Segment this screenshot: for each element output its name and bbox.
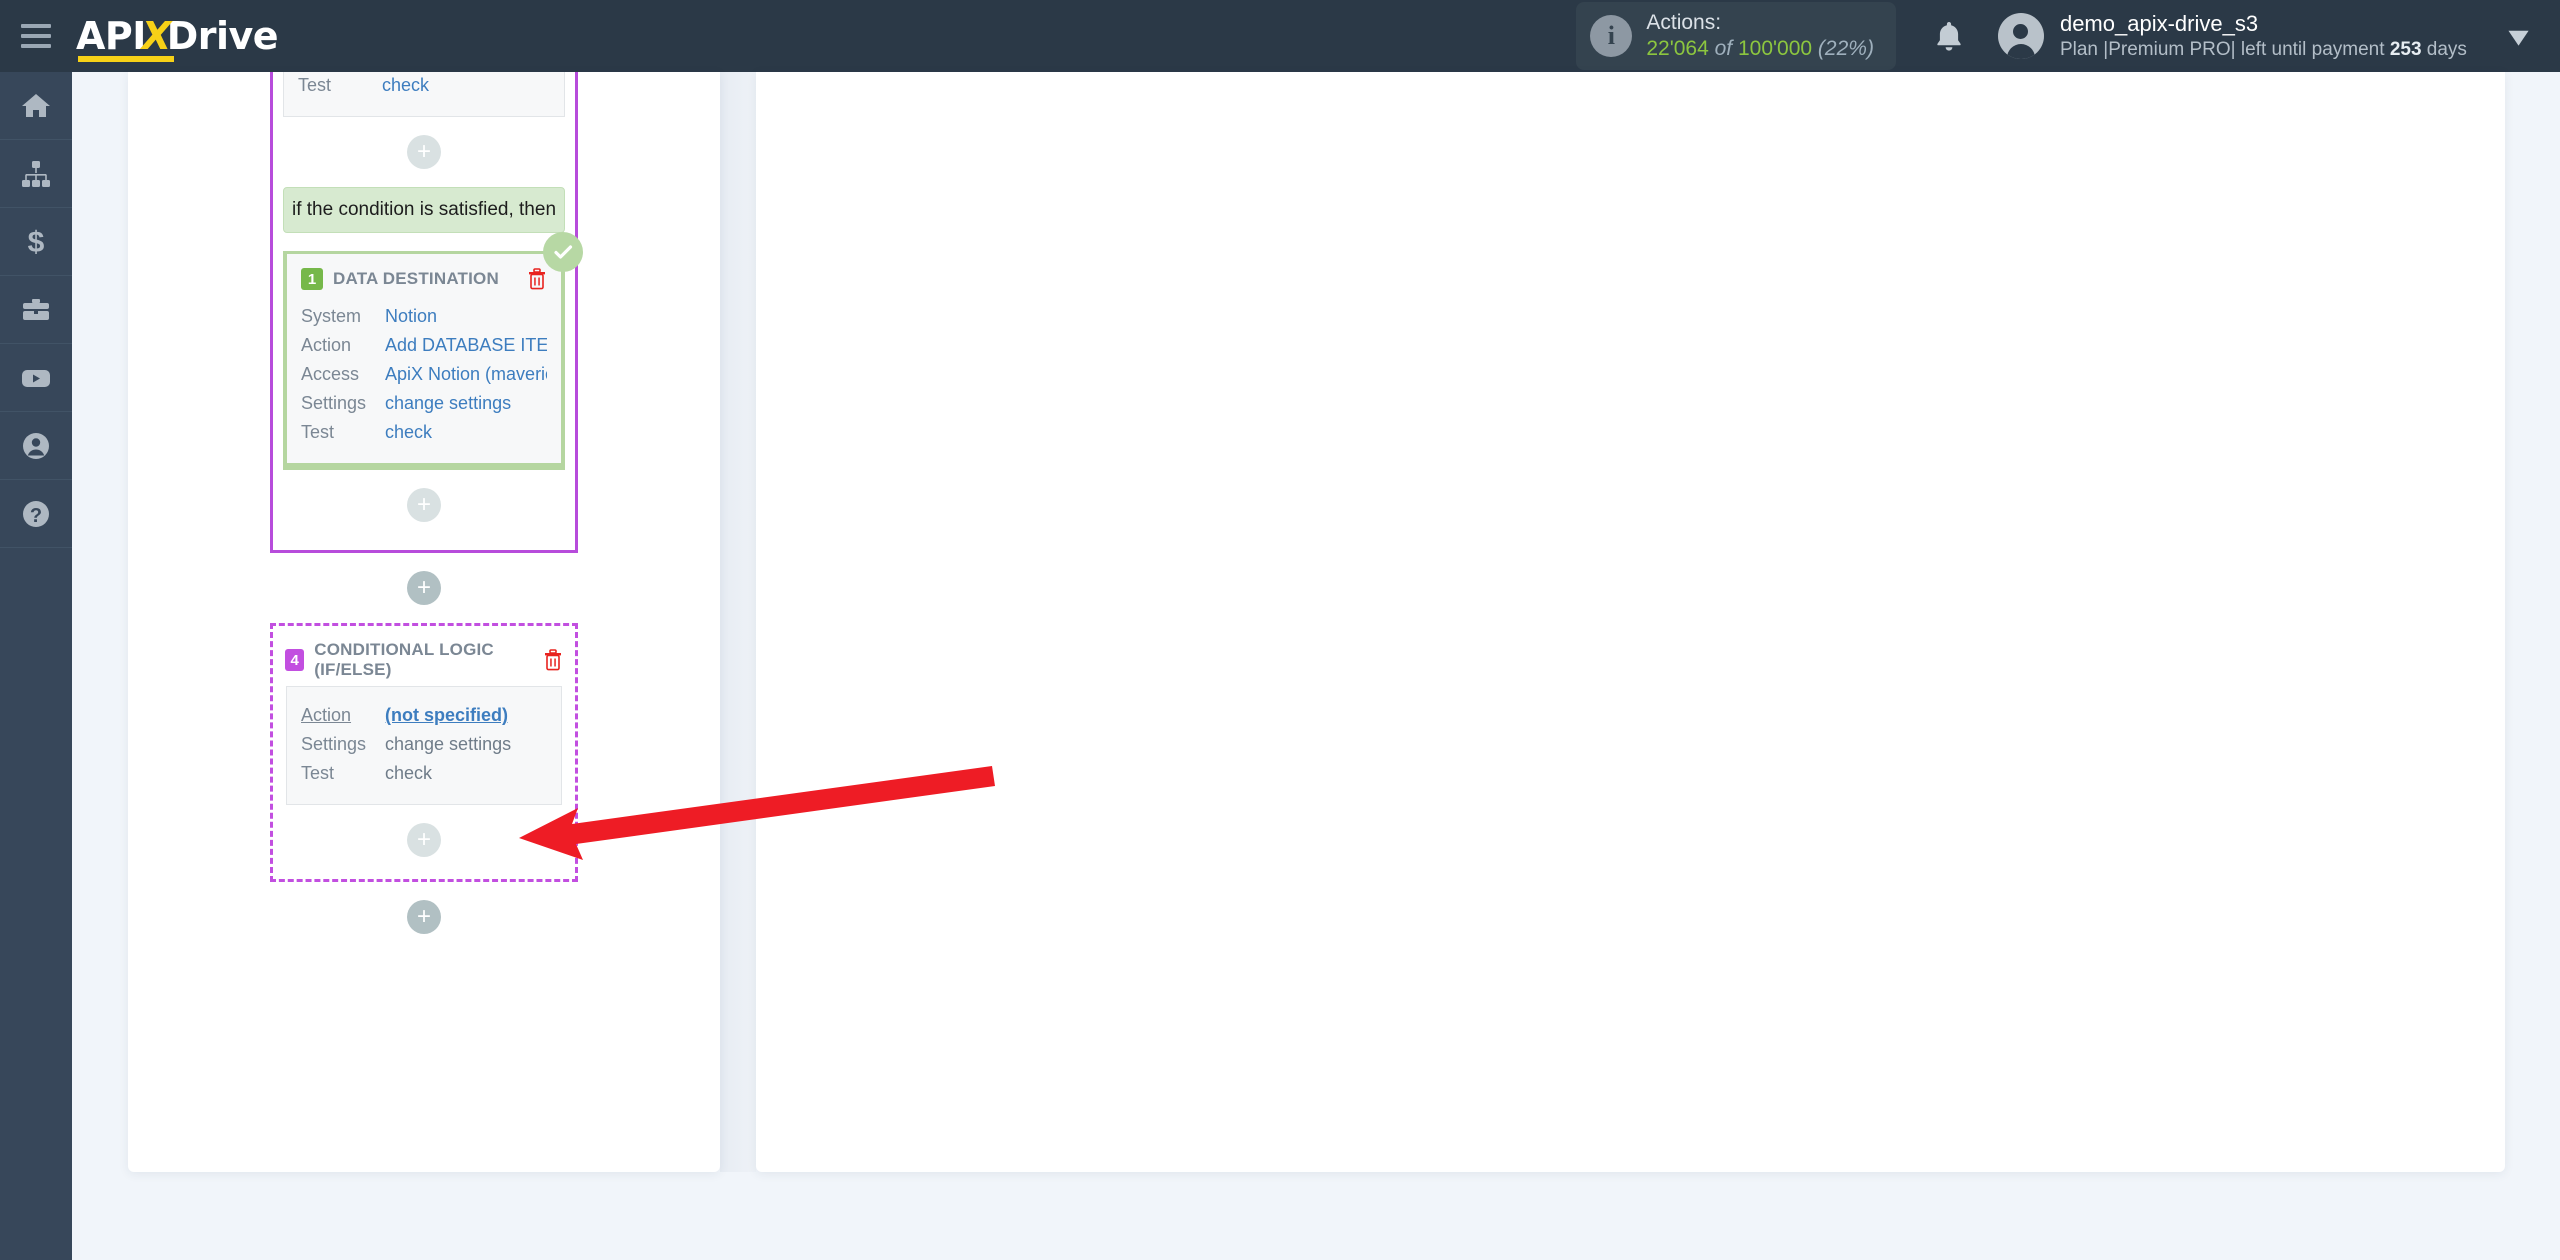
youtube-icon — [19, 361, 53, 395]
actions-used: 22'064 — [1646, 37, 1709, 60]
actions-total: 100'000 — [1737, 37, 1813, 60]
left-icon-rail: $ ? — [0, 72, 72, 1260]
step-number-badge: 4 — [285, 649, 305, 671]
svg-text:$: $ — [28, 226, 45, 259]
sidebar-item-tutorials[interactable] — [0, 344, 72, 412]
row-key: Test — [301, 422, 335, 442]
step-row[interactable]: Test check — [301, 759, 547, 788]
plan-name: Premium PRO — [2108, 38, 2231, 60]
bell-icon[interactable] — [1926, 13, 1972, 59]
sidebar-item-services[interactable] — [0, 276, 72, 344]
hamburger-line — [21, 24, 51, 28]
flow-steps-container: Settings change settings Test check + if… — [128, 72, 720, 952]
row-key: Settings — [301, 734, 367, 754]
sidebar-item-account[interactable] — [0, 412, 72, 480]
step-row[interactable]: System Notion — [301, 302, 547, 331]
plan-info-label: Plan |Premium PRO| left until payment 25… — [2060, 38, 2467, 62]
hamburger-line — [21, 34, 51, 38]
logo-text-drive: Drive — [166, 14, 279, 58]
sidebar-item-home[interactable] — [0, 72, 72, 140]
step-number-badge: 1 — [301, 268, 323, 290]
panel-scroll-gutter[interactable] — [720, 72, 756, 1172]
plan-prefix: Plan | — [2059, 38, 2109, 60]
svg-text:?: ? — [30, 505, 42, 527]
add-step-button[interactable]: + — [407, 571, 441, 605]
row-key: Access — [301, 364, 360, 384]
row-value[interactable]: change settings — [385, 389, 511, 418]
step-row[interactable]: Action Add DATABASE ITEM — [301, 331, 547, 360]
row-key: Action — [301, 335, 352, 355]
connection-flow-panel: Settings change settings Test check + if… — [128, 72, 720, 1172]
condition-satisfied-label: if the condition is satisfied, then — [283, 187, 565, 233]
row-value[interactable]: Add DATABASE ITEM — [385, 331, 547, 360]
home-icon — [19, 89, 53, 123]
plan-suffix: | left until payment — [2230, 38, 2385, 60]
question-circle-icon: ? — [19, 497, 53, 531]
row-key: System — [301, 306, 362, 326]
trash-icon[interactable] — [543, 649, 563, 671]
step-row[interactable]: Access ApiX Notion (maverickandr — [301, 360, 547, 389]
row-key: Test — [298, 75, 332, 95]
top-header-bar: API X Drive i Actions: 22'064 of 100'000… — [0, 0, 2560, 72]
row-value[interactable]: check — [385, 759, 432, 788]
info-icon: i — [1590, 15, 1633, 57]
user-circle-icon — [19, 429, 53, 463]
right-detail-panel — [756, 72, 2505, 1172]
step-row[interactable]: Settings change settings — [301, 389, 547, 418]
add-step-button[interactable]: + — [407, 135, 441, 169]
block-title: CONDITIONAL LOGIC (IF/ELSE) — [314, 640, 494, 679]
actions-percent: (22%) — [1817, 37, 1874, 60]
actions-value: 22'064 of 100'000 (22%) — [1646, 36, 1874, 62]
conditional-branch-container: Settings change settings Test check + if… — [270, 72, 583, 553]
check-circle-icon — [543, 232, 583, 272]
actions-quota-widget[interactable]: i Actions: 22'064 of 100'000 (22%) — [1576, 1, 1896, 71]
step-row[interactable]: Settings change settings — [301, 730, 547, 759]
data-destination-block[interactable]: 1 DATA DESTINATION System Notion Action … — [283, 232, 583, 470]
row-key: Action — [301, 705, 352, 725]
row-value[interactable]: ApiX Notion (maverickandr — [385, 360, 547, 389]
sitemap-icon — [19, 157, 53, 191]
conditional-logic-block[interactable]: 4 CONDITIONAL LOGIC (IF/ELSE) Action (no… — [270, 623, 578, 882]
row-value[interactable]: check — [382, 72, 429, 100]
hamburger-line — [21, 44, 51, 48]
add-step-button[interactable]: + — [407, 488, 441, 522]
add-step-button[interactable]: + — [407, 823, 441, 857]
username-label: demo_apix-drive_s3 — [2059, 11, 2259, 37]
plan-days-value: 253 — [2389, 38, 2422, 60]
sidebar-item-connections[interactable] — [0, 140, 72, 208]
row-value[interactable]: change settings — [385, 730, 511, 759]
sidebar-item-help[interactable]: ? — [0, 480, 72, 548]
logo-text-x: X — [141, 14, 171, 58]
step-row[interactable]: Test check — [298, 72, 550, 100]
header-right-group: i Actions: 22'064 of 100'000 (22%) demo_… — [1576, 1, 2560, 71]
truncated-step-block[interactable]: Settings change settings Test check — [283, 72, 565, 117]
user-info[interactable]: demo_apix-drive_s3 Plan |Premium PRO| le… — [2060, 10, 2467, 61]
add-step-button[interactable]: + — [407, 900, 441, 934]
actions-label: Actions: — [1646, 10, 1722, 34]
sidebar-item-billing[interactable]: $ — [0, 208, 72, 276]
row-value[interactable]: Notion — [385, 302, 437, 331]
user-avatar-icon[interactable] — [1997, 13, 2060, 59]
row-key: Settings — [301, 393, 367, 413]
row-value[interactable]: check — [385, 418, 432, 447]
chevron-down-icon[interactable]: ▾ — [2508, 19, 2528, 54]
actions-of-word: of — [1714, 37, 1733, 60]
plan-days-word: days — [2426, 38, 2467, 60]
row-value[interactable]: (not specified) — [385, 701, 508, 730]
step-row[interactable]: Action (not specified) — [301, 701, 547, 730]
trash-icon[interactable] — [527, 268, 547, 290]
logo-text-api: API — [76, 14, 146, 58]
conditional-logic-rows: Action (not specified) Settings change s… — [286, 686, 562, 805]
hamburger-menu-icon[interactable] — [0, 0, 72, 72]
apixdrive-logo[interactable]: API X Drive — [76, 14, 279, 62]
block-title: DATA DESTINATION — [333, 269, 499, 288]
briefcase-icon — [19, 293, 53, 327]
step-row[interactable]: Test check — [301, 418, 547, 447]
actions-quota-text: Actions: 22'064 of 100'000 (22%) — [1646, 10, 1874, 63]
row-key: Test — [301, 763, 335, 783]
dollar-icon: $ — [19, 225, 53, 259]
